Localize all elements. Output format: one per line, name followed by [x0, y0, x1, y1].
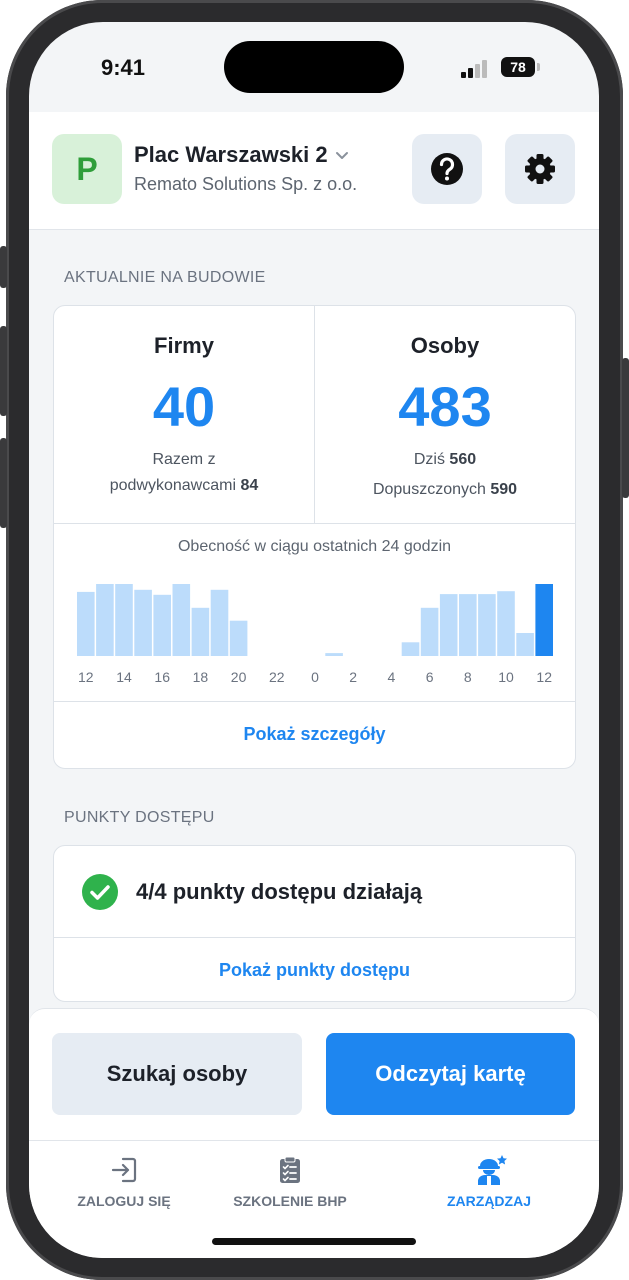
status-time: 9:41 — [101, 55, 146, 80]
clipboard-checklist-icon — [280, 1156, 300, 1183]
mute-switch — [0, 246, 7, 288]
tab-login-label: ZALOGUJ SIĘ — [77, 1193, 171, 1209]
chart-bar — [401, 642, 420, 656]
volume-down-button — [0, 438, 7, 528]
volume-up-button — [0, 326, 7, 416]
access-card-divider — [54, 937, 575, 938]
chart-bar — [439, 594, 458, 656]
app-screen: 9:41 78 P Plac Warszawski 2 Remato Solut… — [29, 22, 599, 1258]
chart-bar — [420, 607, 439, 656]
settings-button[interactable] — [505, 134, 575, 204]
chart-bar — [516, 633, 534, 656]
tab-manage-label: ZARZĄDZAJ — [447, 1193, 531, 1209]
chart-bar — [325, 653, 343, 656]
chart-tick-label: 22 — [269, 669, 285, 685]
chart-bar — [134, 589, 152, 656]
chart-tick-label: 0 — [311, 669, 319, 685]
card-divider-bottom — [54, 701, 575, 702]
chart-bar — [191, 607, 210, 656]
chart-tick-label: 20 — [231, 669, 247, 685]
chart-bar — [229, 620, 248, 656]
chart-tick-label: 8 — [464, 669, 472, 685]
chart-tick-label: 14 — [116, 669, 132, 685]
chart-bar — [172, 584, 191, 656]
signal-icon — [461, 60, 489, 78]
login-icon — [111, 1157, 137, 1183]
chart-bar — [210, 589, 229, 656]
show-access-points-link[interactable]: Pokaż punkty dostępu — [54, 960, 575, 981]
home-indicator — [212, 1238, 416, 1245]
tab-login[interactable]: ZALOGUJ SIĘ — [29, 1149, 219, 1219]
chart-tick-label: 10 — [498, 669, 514, 685]
power-button — [622, 358, 629, 498]
section-label-access-points: PUNKTY DOSTĘPU — [64, 809, 215, 826]
question-icon — [431, 153, 463, 185]
check-circle-icon — [82, 874, 118, 910]
access-points-card: 4/4 punkty dostępu działają Pokaż punkty… — [53, 845, 576, 1002]
on-site-card: Firmy 40 Razem z podwykonawcami 84 Osoby… — [53, 305, 576, 769]
app-header: P Plac Warszawski 2 Remato Solutions Sp.… — [29, 112, 599, 230]
dynamic-island — [224, 41, 404, 93]
attendance-chart: 12 14 16 18 20 22 0 2 4 6 8 10 12 — [77, 584, 553, 685]
battery-icon: 78 — [501, 57, 535, 77]
site-name[interactable]: Plac Warszawski 2 — [134, 142, 328, 168]
chart-bar — [115, 584, 133, 656]
tab-safety-training[interactable]: SZKOLENIE BHP — [195, 1149, 385, 1219]
access-points-status: 4/4 punkty dostępu działają — [136, 879, 423, 904]
chart-bar — [497, 591, 515, 656]
gear-icon — [525, 154, 555, 184]
chart-bar — [478, 594, 496, 656]
company-name: Remato Solutions Sp. z o.o. — [134, 174, 358, 194]
worker-star-icon — [478, 1155, 507, 1185]
read-card-button[interactable]: Odczytaj kartę — [326, 1033, 575, 1115]
section-label-on-site: AKTUALNIE NA BUDOWIE — [64, 269, 266, 286]
chart-tick-label: 4 — [388, 669, 396, 685]
tab-manage[interactable]: ZARZĄDZAJ — [394, 1149, 584, 1219]
chart-tick-label: 12 — [78, 669, 94, 685]
bottom-panel: Szukaj osoby Odczytaj kartę ZALOGUJ SIĘ … — [29, 1008, 599, 1258]
chart-bar — [459, 594, 477, 656]
help-button[interactable] — [412, 134, 482, 204]
show-details-link[interactable]: Pokaż szczegóły — [54, 724, 575, 745]
chart-tick-label: 18 — [193, 669, 209, 685]
tabbar-divider — [29, 1140, 599, 1141]
chart-bar — [535, 584, 553, 656]
tab-safety-training-label: SZKOLENIE BHP — [233, 1193, 347, 1209]
chart-tick-label: 16 — [154, 669, 170, 685]
battery-tip — [537, 63, 540, 71]
search-person-button[interactable]: Szukaj osoby — [52, 1033, 302, 1115]
chart-bar — [77, 591, 95, 656]
chart-bar — [153, 594, 171, 656]
chart-bar — [96, 584, 114, 656]
chart-tick-label: 12 — [536, 669, 552, 685]
chart-tick-label: 2 — [349, 669, 357, 685]
chart-tick-label: 6 — [426, 669, 434, 685]
chevron-down-icon[interactable] — [334, 147, 350, 163]
site-avatar[interactable]: P — [52, 134, 122, 204]
